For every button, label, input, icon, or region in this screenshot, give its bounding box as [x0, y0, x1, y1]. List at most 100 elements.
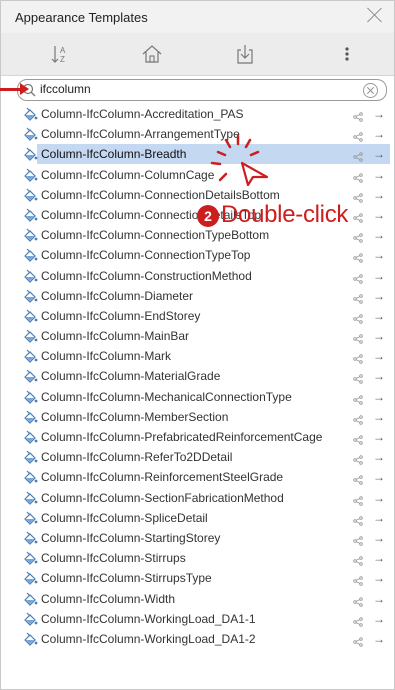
paint-bucket-icon — [23, 430, 38, 449]
paint-bucket-icon — [23, 309, 38, 328]
arrow-right-icon[interactable]: → — [373, 168, 385, 182]
list-item-label: Column-IfcColumn-StirrupsType — [41, 571, 212, 586]
list-item-label: Column-IfcColumn-MainBar — [41, 329, 190, 344]
list-item[interactable]: Column-IfcColumn-SectionFabricationMetho… — [1, 488, 394, 508]
import-icon[interactable] — [230, 39, 260, 69]
arrow-right-icon[interactable]: → — [373, 309, 385, 323]
arrow-right-icon[interactable]: → — [373, 147, 385, 161]
arrow-right-icon[interactable]: → — [373, 208, 385, 222]
list-item[interactable]: Column-IfcColumn-StartingStorey → — [1, 528, 394, 548]
paint-bucket-icon — [23, 369, 38, 388]
share-icon[interactable] — [353, 634, 363, 652]
svg-text:A: A — [60, 46, 66, 55]
arrow-right-icon[interactable]: → — [373, 248, 385, 262]
paint-bucket-icon — [23, 168, 38, 187]
list-item[interactable]: Column-IfcColumn-PrefabricatedReinforcem… — [1, 427, 394, 447]
list-item[interactable]: Column-IfcColumn-Mark → — [1, 346, 394, 366]
list-item[interactable]: Column-IfcColumn-SpliceDetail → — [1, 508, 394, 528]
list-item[interactable]: Column-IfcColumn-EndStorey → — [1, 306, 394, 326]
arrow-right-icon[interactable]: → — [373, 531, 385, 545]
paint-bucket-icon — [23, 470, 38, 489]
home-icon[interactable] — [137, 39, 167, 69]
list-item[interactable]: Column-IfcColumn-WorkingLoad_DA1-2 → — [1, 629, 394, 649]
list-item-label: Column-IfcColumn-ReinforcementSteelGrade — [41, 470, 284, 485]
arrow-right-icon[interactable]: → — [373, 430, 385, 444]
list-item-label: Column-IfcColumn-ConnectionTypeTop — [41, 248, 251, 263]
arrow-right-icon[interactable]: → — [373, 369, 385, 383]
arrow-right-icon[interactable]: → — [373, 410, 385, 424]
arrow-right-icon[interactable]: → — [373, 450, 385, 464]
arrow-right-icon[interactable]: → — [373, 571, 385, 585]
close-icon[interactable] — [364, 4, 386, 26]
list-item-label: Column-IfcColumn-SpliceDetail — [41, 510, 208, 525]
list-item[interactable]: Column-IfcColumn-Width → — [1, 589, 394, 609]
search-input[interactable] — [40, 81, 350, 97]
list-item-label: Column-IfcColumn-StartingStorey — [41, 530, 221, 545]
list-item-label: Column-IfcColumn-ReferTo2DDetail — [41, 450, 233, 465]
list-item-label: Column-IfcColumn-WorkingLoad_DA1-2 — [41, 631, 256, 646]
click-burst-icon — [210, 134, 269, 187]
list-item[interactable]: Column-IfcColumn-Diameter → — [1, 286, 394, 306]
arrow-right-icon[interactable]: → — [373, 228, 385, 242]
arrow-right-icon[interactable]: → — [373, 390, 385, 404]
arrow-right-icon[interactable]: → — [373, 188, 385, 202]
list-item[interactable]: Column-IfcColumn-MaterialGrade → — [1, 366, 394, 386]
list-item-label: Column-IfcColumn-MemberSection — [41, 409, 229, 424]
arrow-right-icon[interactable]: → — [373, 592, 385, 606]
paint-bucket-icon — [23, 127, 38, 146]
list-item[interactable]: Column-IfcColumn-WorkingLoad_DA1-1 → — [1, 609, 394, 629]
toolbar: A Z — [1, 33, 394, 76]
svg-text:Z: Z — [60, 55, 65, 64]
paint-bucket-icon — [23, 107, 38, 126]
list-item[interactable]: Column-IfcColumn-ReferTo2DDetail → — [1, 447, 394, 467]
list-item-label: Column-IfcColumn-Diameter — [41, 288, 194, 303]
list-item[interactable]: Column-IfcColumn-ReinforcementSteelGrade… — [1, 467, 394, 487]
paint-bucket-icon — [23, 632, 38, 651]
list-item-label: Column-IfcColumn-EndStorey — [41, 308, 201, 323]
list-item[interactable]: Column-IfcColumn-StirrupsType → — [1, 568, 394, 588]
step-badge: 2 — [197, 205, 219, 227]
arrow-right-icon[interactable]: → — [373, 612, 385, 626]
clear-circle-icon[interactable] — [363, 83, 378, 98]
paint-bucket-icon — [23, 531, 38, 550]
list-item[interactable]: Column-IfcColumn-Accreditation_PAS → — [1, 104, 394, 124]
list-item[interactable]: Column-IfcColumn-ConnectionTypeTop → — [1, 245, 394, 265]
arrow-right-icon[interactable]: → — [373, 470, 385, 484]
paint-bucket-icon — [23, 410, 38, 429]
list-item-label: Column-IfcColumn-Breadth — [41, 147, 187, 162]
list-item-label: Column-IfcColumn-ConstructionMethod — [41, 268, 252, 283]
paint-bucket-icon — [23, 612, 38, 631]
paint-bucket-icon — [23, 592, 38, 611]
list-item[interactable]: Column-IfcColumn-MainBar → — [1, 326, 394, 346]
paint-bucket-icon — [23, 269, 38, 288]
arrow-right-icon[interactable]: → — [373, 511, 385, 525]
list-item-label: Column-IfcColumn-WorkingLoad_DA1-1 — [41, 611, 256, 626]
paint-bucket-icon — [23, 390, 38, 409]
list-item[interactable]: Column-IfcColumn-MemberSection → — [1, 407, 394, 427]
paint-bucket-icon — [23, 571, 38, 590]
list-item[interactable]: Column-IfcColumn-MechanicalConnectionTyp… — [1, 387, 394, 407]
search-box — [17, 79, 387, 101]
callout-text: Double-click — [221, 201, 349, 228]
paint-bucket-icon — [23, 188, 38, 207]
paint-bucket-icon — [23, 329, 38, 348]
arrow-right-icon[interactable]: → — [373, 269, 385, 283]
arrow-right-icon[interactable]: → — [373, 107, 385, 121]
sort-az-icon[interactable]: A Z — [45, 39, 75, 69]
arrow-right-icon[interactable]: → — [373, 127, 385, 141]
paint-bucket-icon — [23, 349, 38, 368]
paint-bucket-icon — [23, 450, 38, 469]
arrow-right-icon[interactable]: → — [373, 329, 385, 343]
arrow-right-icon[interactable]: → — [373, 491, 385, 505]
list-item[interactable]: Column-IfcColumn-Stirrups → — [1, 548, 394, 568]
list-item-label: Column-IfcColumn-ConnectionTypeBottom — [41, 228, 270, 243]
arrow-right-icon[interactable]: → — [373, 349, 385, 363]
list-item[interactable]: Column-IfcColumn-ConstructionMethod → — [1, 266, 394, 286]
more-vertical-icon[interactable] — [332, 39, 362, 69]
arrow-right-icon[interactable]: → — [373, 551, 385, 565]
list-item-label: Column-IfcColumn-MechanicalConnectionTyp… — [41, 389, 292, 404]
arrow-right-icon[interactable]: → — [373, 289, 385, 303]
arrow-right-icon[interactable]: → — [373, 632, 385, 646]
list-item-label: Column-IfcColumn-Mark — [41, 349, 172, 364]
paint-bucket-icon — [23, 551, 38, 570]
